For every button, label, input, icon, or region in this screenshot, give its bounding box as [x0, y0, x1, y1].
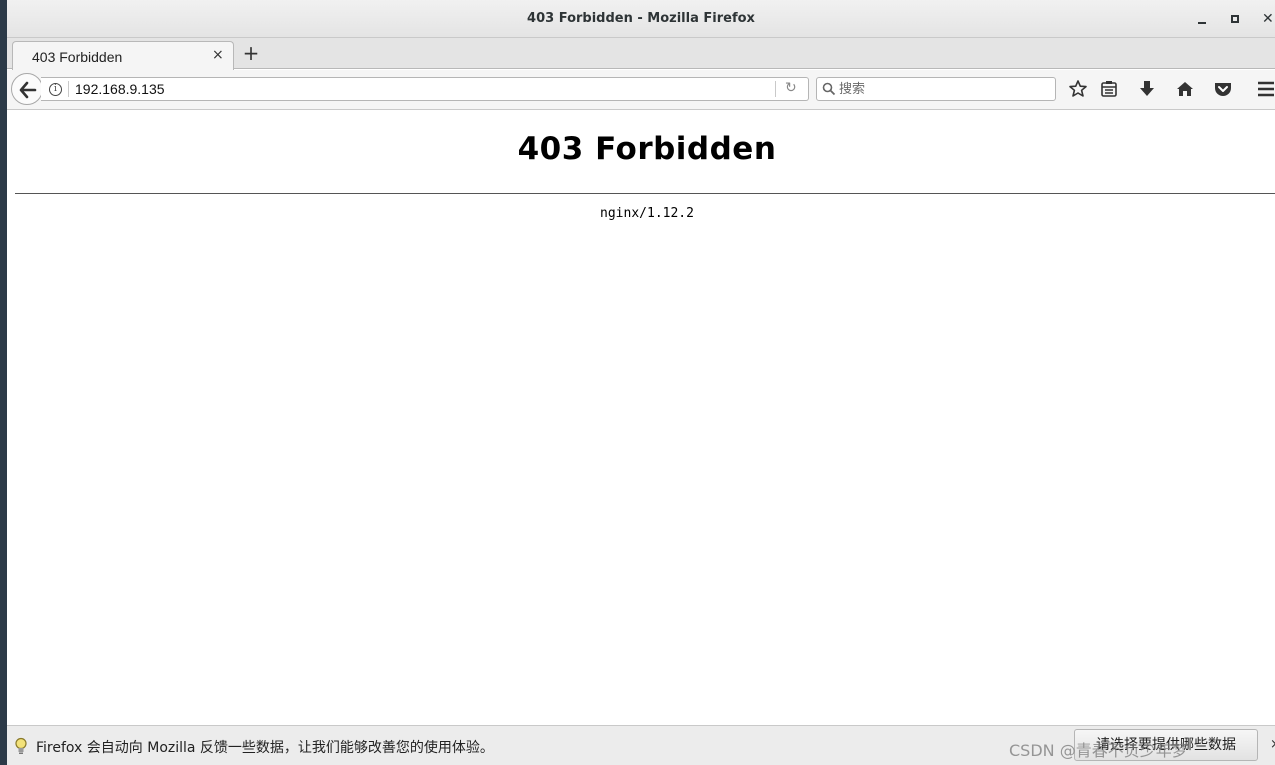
notification-close-button[interactable]: × [1270, 737, 1275, 752]
notification-bar: Firefox 会自动向 Mozilla 反馈一些数据，让我们能够改善您的使用体… [7, 725, 1275, 765]
minimize-icon [1198, 22, 1206, 24]
url-bar[interactable]: i 192.168.9.135 ↻ [41, 77, 809, 101]
new-tab-button[interactable]: + [241, 42, 261, 64]
page-content: 403 Forbidden nginx/1.12.2 [7, 111, 1275, 725]
tab-403-forbidden[interactable]: 403 Forbidden × [12, 41, 234, 70]
search-bar[interactable] [816, 77, 1056, 101]
horizontal-rule [15, 193, 1275, 194]
minimize-button[interactable] [1193, 10, 1211, 28]
close-window-button[interactable]: ✕ [1260, 10, 1275, 28]
pocket-icon[interactable] [1213, 79, 1235, 101]
url-separator [68, 81, 69, 97]
notification-text: Firefox 会自动向 Mozilla 反馈一些数据，让我们能够改善您的使用体… [36, 740, 494, 756]
search-icon [822, 82, 836, 96]
search-input[interactable] [839, 80, 1049, 98]
reading-list-icon[interactable] [1099, 79, 1121, 101]
bookmark-star-icon[interactable] [1068, 79, 1090, 101]
window-title: 403 Forbidden - Mozilla Firefox [527, 11, 755, 26]
tab-label: 403 Forbidden [32, 49, 123, 65]
navigation-toolbar: i 192.168.9.135 ↻ [7, 70, 1275, 110]
hamburger-menu-icon[interactable] [1256, 79, 1275, 101]
browser-window: 403 Forbidden - Mozilla Firefox ✕ 403 Fo… [7, 0, 1275, 765]
maximize-button[interactable] [1226, 10, 1244, 28]
lightbulb-icon [15, 737, 27, 754]
reload-icon[interactable]: ↻ [785, 80, 797, 96]
csdn-watermark: CSDN @青春不负少年梦 [1009, 741, 1188, 760]
title-bar[interactable]: 403 Forbidden - Mozilla Firefox ✕ [7, 0, 1275, 38]
page-heading: 403 Forbidden [517, 131, 777, 167]
back-button[interactable] [11, 73, 43, 105]
close-icon: ✕ [1262, 11, 1274, 27]
home-icon[interactable] [1175, 79, 1197, 101]
tab-strip: 403 Forbidden × + [7, 38, 1275, 70]
info-icon[interactable]: i [49, 83, 62, 96]
maximize-icon [1231, 15, 1239, 23]
download-icon[interactable] [1137, 79, 1159, 101]
url-text[interactable]: 192.168.9.135 [75, 81, 165, 97]
server-signature: nginx/1.12.2 [600, 206, 694, 221]
reload-separator [775, 81, 776, 97]
back-arrow-icon [19, 81, 37, 99]
tab-close-button[interactable]: × [212, 47, 224, 63]
